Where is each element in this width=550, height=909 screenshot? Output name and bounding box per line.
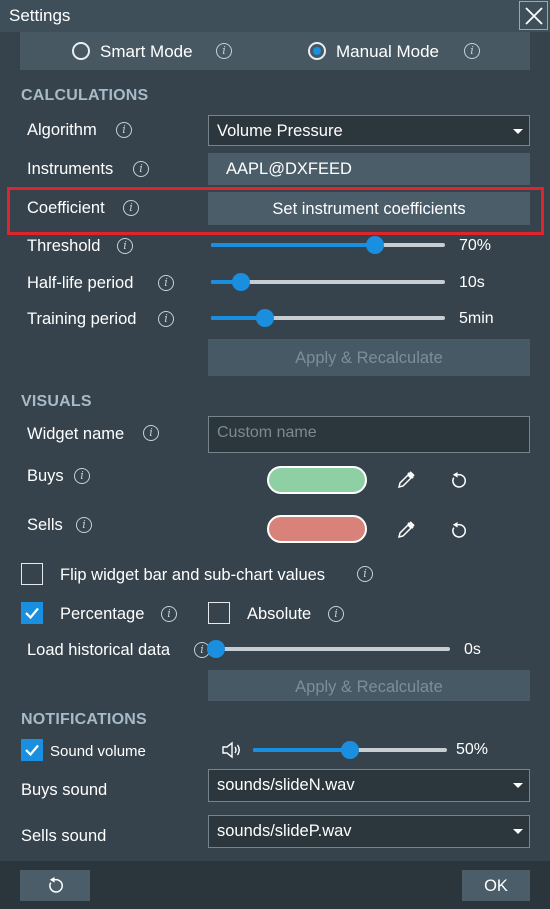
coefficient-label: Coefficient [27,199,105,217]
chevron-down-icon [513,783,523,788]
load-historical-slider-thumb[interactable] [207,640,225,658]
halflife-label: Half-life period [27,274,134,292]
sound-volume-label[interactable]: Sound volume [50,743,146,760]
checkmark-icon [24,744,39,756]
sells-sound-value: sounds/slideP.wav [217,822,352,840]
reset-icon [49,876,63,893]
info-icon[interactable]: i [123,200,139,216]
volume-slider-fill [253,748,350,752]
sells-label: Sells [27,516,63,534]
title-bar [0,0,550,32]
info-icon[interactable]: i [158,275,174,291]
info-icon[interactable]: i [328,606,344,622]
info-icon[interactable]: i [161,606,177,622]
training-slider-thumb[interactable] [255,309,274,327]
load-historical-value: 0s [464,641,481,658]
halflife-slider-thumb[interactable] [232,273,251,291]
halflife-value: 10s [459,274,485,291]
visuals-header: VISUALS [21,393,92,410]
checkmark-icon [24,607,39,619]
info-icon[interactable]: i [464,43,480,59]
flip-label[interactable]: Flip widget bar and sub-chart values [60,566,325,585]
buys-sound-label: Buys sound [21,781,108,799]
widget-name-label: Widget name [27,425,125,443]
manual-mode-radio[interactable] [308,42,326,60]
load-historical-label: Load historical data [27,641,171,659]
ok-label: OK [484,877,508,895]
absolute-label[interactable]: Absolute [247,605,311,624]
ok-button[interactable]: OK [462,870,530,901]
buys-label: Buys [27,467,64,485]
reset-icon[interactable] [449,471,468,490]
training-label: Training period [27,310,137,328]
calculations-header: CALCULATIONS [21,87,149,104]
info-icon[interactable]: i [133,161,149,177]
training-slider-track[interactable] [211,316,445,320]
apply-recalculate-button[interactable]: Apply & Recalculate [208,670,530,701]
manual-mode-label[interactable]: Manual Mode [336,42,439,62]
info-icon[interactable]: i [74,468,90,484]
volume-value: 50% [456,741,489,758]
info-icon[interactable]: i [116,122,132,138]
apply-recalculate-label: Apply & Recalculate [295,678,443,696]
speaker-icon[interactable] [221,740,243,760]
sells-sound-label: Sells sound [21,827,107,845]
buys-sound-select[interactable]: sounds/slideN.wav [208,769,530,802]
volume-slider-thumb[interactable] [341,741,359,759]
set-coefficients-label: Set instrument coefficients [272,200,466,218]
close-icon [525,7,543,25]
info-icon[interactable]: i [357,566,373,582]
algorithm-label: Algorithm [27,121,97,139]
close-button[interactable] [519,1,548,30]
absolute-checkbox[interactable] [208,602,230,624]
threshold-slider-thumb[interactable] [365,236,384,254]
training-value: 5min [459,310,494,327]
buys-color-swatch[interactable] [267,466,367,494]
flip-checkbox[interactable] [21,563,43,585]
info-icon[interactable]: i [117,238,133,254]
percentage-checkbox[interactable] [21,602,43,624]
widget-name-placeholder: Custom name [217,424,317,441]
smart-mode-radio[interactable] [72,42,90,60]
smart-mode-label[interactable]: Smart Mode [100,42,193,62]
percentage-label[interactable]: Percentage [60,605,144,624]
mode-bar [20,32,530,70]
info-icon[interactable]: i [76,517,92,533]
apply-recalculate-label: Apply & Recalculate [295,349,443,367]
threshold-label: Threshold [27,237,101,255]
instruments-value: AAPL@DXFEED [226,160,352,178]
reset-all-button[interactable] [20,870,90,901]
load-historical-slider-track[interactable] [216,647,450,651]
window-title: Settings [9,6,71,25]
buys-sound-value: sounds/slideN.wav [217,776,355,794]
algorithm-value: Volume Pressure [217,122,343,140]
algorithm-select[interactable]: Volume Pressure [208,115,530,146]
apply-recalculate-button[interactable]: Apply & Recalculate [208,339,530,376]
info-icon[interactable]: i [143,425,159,441]
chevron-down-icon [513,829,523,834]
instruments-label: Instruments [27,160,114,178]
threshold-slider-fill [211,243,375,247]
chevron-down-icon [513,129,523,134]
instruments-button[interactable]: AAPL@DXFEED [208,153,530,185]
set-coefficients-button[interactable]: Set instrument coefficients [208,192,530,225]
info-icon[interactable]: i [216,43,232,59]
eyedropper-icon[interactable] [396,520,416,540]
widget-name-input[interactable]: Custom name [208,416,530,453]
threshold-slider-track[interactable] [211,243,445,247]
sound-volume-checkbox[interactable] [21,739,43,761]
eyedropper-icon[interactable] [396,470,416,490]
sells-color-swatch[interactable] [267,515,367,543]
info-icon[interactable]: i [158,311,174,327]
sells-sound-select[interactable]: sounds/slideP.wav [208,815,530,848]
threshold-value: 70% [459,237,492,254]
notifications-header: NOTIFICATIONS [21,711,147,728]
reset-icon[interactable] [449,521,468,540]
